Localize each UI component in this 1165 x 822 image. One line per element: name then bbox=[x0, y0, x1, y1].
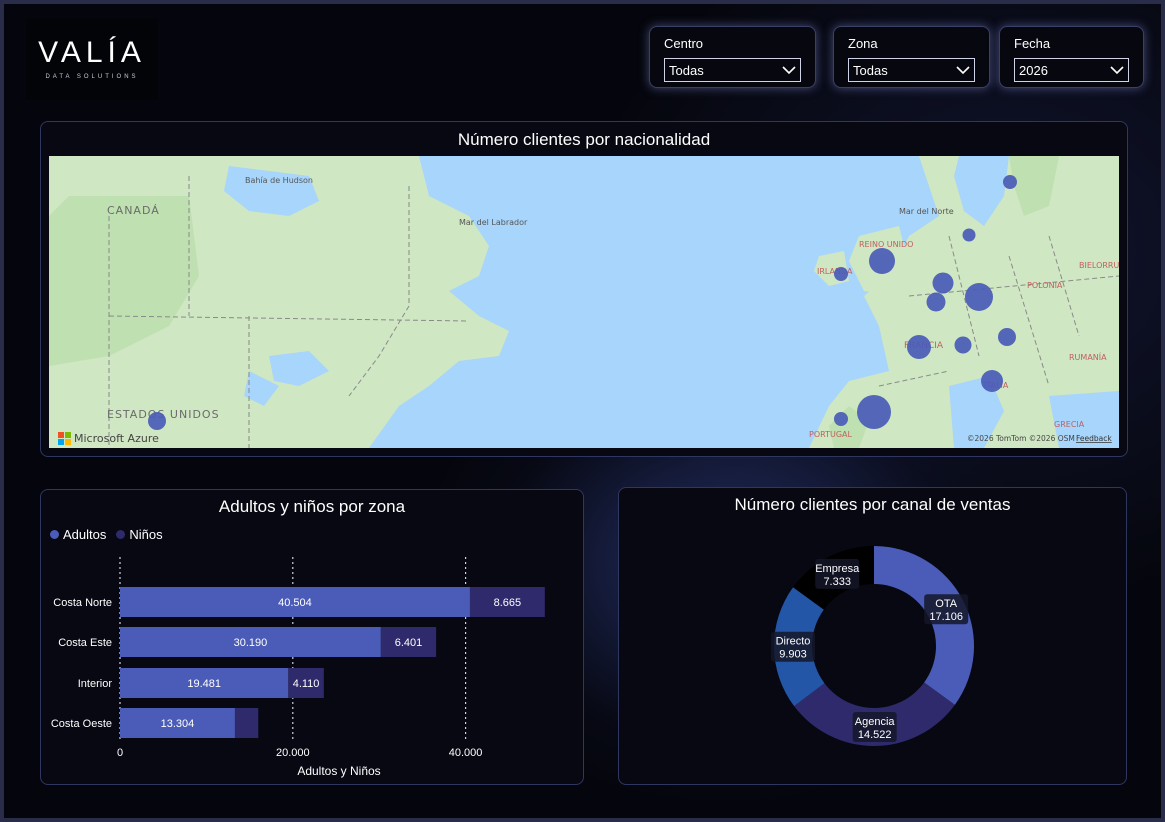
x-tick-label: 20.000 bbox=[276, 747, 310, 759]
logo-subtitle: DATA SOLUTIONS bbox=[45, 74, 139, 80]
report-canvas: VALÍA DATA SOLUTIONS Centro Todas Zona T… bbox=[0, 0, 1165, 822]
bar-chart-svg: Costa Norte Costa Este Interior Costa Oeste… bbox=[51, 557, 545, 778]
slice-value-label: 17.106 bbox=[929, 611, 963, 623]
chevron-down-icon bbox=[1110, 66, 1124, 75]
data-label: 19.481 bbox=[187, 678, 221, 690]
slicer-centro: Centro Todas bbox=[649, 26, 816, 88]
map-bubble[interactable] bbox=[954, 336, 972, 354]
bar-segment-ninos[interactable] bbox=[234, 708, 259, 738]
slice-name-label: Directo bbox=[776, 636, 811, 648]
map-card: Número clientes por nacionalidad Bahía d… bbox=[40, 121, 1128, 457]
map-label-polonia: POLONIA bbox=[1027, 281, 1063, 290]
map-bubble[interactable] bbox=[962, 228, 976, 242]
bar-chart-xlabel: Adultos y Niños bbox=[297, 764, 380, 778]
donut-slice-ota[interactable] bbox=[874, 546, 974, 705]
category-label: Interior bbox=[78, 678, 113, 690]
slice-value-label: 9.903 bbox=[779, 649, 807, 661]
map-bubble[interactable] bbox=[834, 267, 848, 281]
map-title: Número clientes por nacionalidad bbox=[457, 130, 711, 149]
slice-name-label: OTA bbox=[935, 598, 957, 610]
slice-name-label: Empresa bbox=[815, 563, 860, 575]
data-label: 6.401 bbox=[395, 637, 423, 649]
map-feedback-link[interactable]: Feedback bbox=[1076, 434, 1112, 443]
map-label-grecia: GRECIA bbox=[1054, 420, 1085, 429]
map-label-bahia: Bahía de Hudson bbox=[245, 176, 313, 185]
donut-label-agencia: Agencia14.522 bbox=[852, 711, 897, 742]
slicer-fecha: Fecha 2026 bbox=[999, 26, 1144, 88]
map-bubble[interactable] bbox=[932, 272, 954, 294]
map-bubble[interactable] bbox=[869, 248, 895, 274]
chevron-down-icon bbox=[782, 66, 796, 75]
map-bubble[interactable] bbox=[834, 412, 848, 426]
donut-chart-svg: OTA17.106 Agencia14.522 Directo9.903 Empres… bbox=[771, 546, 974, 746]
map-bubble[interactable] bbox=[148, 412, 166, 430]
category-label: Costa Este bbox=[58, 637, 112, 649]
slicer-fecha-value: 2026 bbox=[1019, 62, 1048, 78]
data-label: 30.190 bbox=[234, 637, 268, 649]
map-label-mar-norte: Mar del Norte bbox=[899, 207, 954, 216]
map-attribution-right: ©2026 TomTom ©2026 OSM bbox=[967, 434, 1075, 443]
data-label: 40.504 bbox=[278, 597, 312, 609]
map-visual[interactable]: Bahía de Hudson CANADÁ Mar del Labrador … bbox=[49, 156, 1119, 448]
map-bubble[interactable] bbox=[998, 328, 1016, 346]
map-label-portugal: PORTUGAL bbox=[809, 430, 853, 439]
map-bubble[interactable] bbox=[857, 395, 891, 429]
map-label-rumania: RUMANÍA bbox=[1069, 351, 1107, 362]
bar-chart-card: Adultos y niños por zona Adultos Niños C… bbox=[40, 489, 584, 785]
slicer-centro-value: Todas bbox=[669, 62, 704, 78]
donut-label-directo: Directo9.903 bbox=[771, 631, 816, 662]
data-label: 13.304 bbox=[161, 718, 195, 730]
slicer-zona: Zona Todas bbox=[833, 26, 990, 88]
map-label-bielorrusia: BIELORRU bbox=[1079, 261, 1119, 270]
map-bubble[interactable] bbox=[926, 292, 946, 312]
slicer-fecha-dropdown[interactable]: 2026 bbox=[1014, 58, 1129, 82]
map-label-canada: CANADÁ bbox=[107, 204, 160, 217]
donut-chart-card: Número clientes por canal de ventas OTA 1… bbox=[618, 487, 1127, 785]
company-logo: VALÍA DATA SOLUTIONS bbox=[26, 18, 158, 100]
map-svg: Bahía de Hudson CANADÁ Mar del Labrador … bbox=[49, 156, 1119, 448]
category-label: Costa Oeste bbox=[51, 718, 112, 730]
donut-label-empresa: Empresa7.333 bbox=[815, 558, 860, 589]
map-attribution-left: Microsoft Azure bbox=[74, 432, 159, 445]
data-label: 8.665 bbox=[494, 597, 522, 609]
map-label-labrador: Mar del Labrador bbox=[459, 218, 528, 227]
x-tick-label: 40.000 bbox=[449, 747, 483, 759]
slicer-zona-dropdown[interactable]: Todas bbox=[848, 58, 975, 82]
map-bubble[interactable] bbox=[907, 335, 931, 359]
slicer-centro-dropdown[interactable]: Todas bbox=[664, 58, 801, 82]
logo-text: VALÍA bbox=[38, 36, 146, 69]
slice-value-label: 7.333 bbox=[823, 576, 851, 588]
donut-label-ota: OTA17.106 bbox=[924, 594, 969, 625]
slicer-centro-label: Centro bbox=[664, 36, 704, 51]
map-label-reino-unido: REINO UNIDO bbox=[859, 240, 913, 249]
slice-value-label: 14.522 bbox=[858, 729, 892, 741]
slicer-zona-value: Todas bbox=[853, 62, 888, 78]
data-label: 4.110 bbox=[293, 678, 320, 690]
slicer-fecha-label: Fecha bbox=[1014, 36, 1051, 51]
map-bubble[interactable] bbox=[965, 283, 993, 311]
map-bubble[interactable] bbox=[1003, 175, 1017, 189]
map-bubble[interactable] bbox=[981, 370, 1003, 392]
chevron-down-icon bbox=[956, 66, 970, 75]
x-tick-label: 0 bbox=[117, 747, 123, 759]
slicer-zona-label: Zona bbox=[848, 36, 878, 51]
slice-name-label: Agencia bbox=[855, 716, 896, 728]
category-label: Costa Norte bbox=[53, 597, 112, 609]
